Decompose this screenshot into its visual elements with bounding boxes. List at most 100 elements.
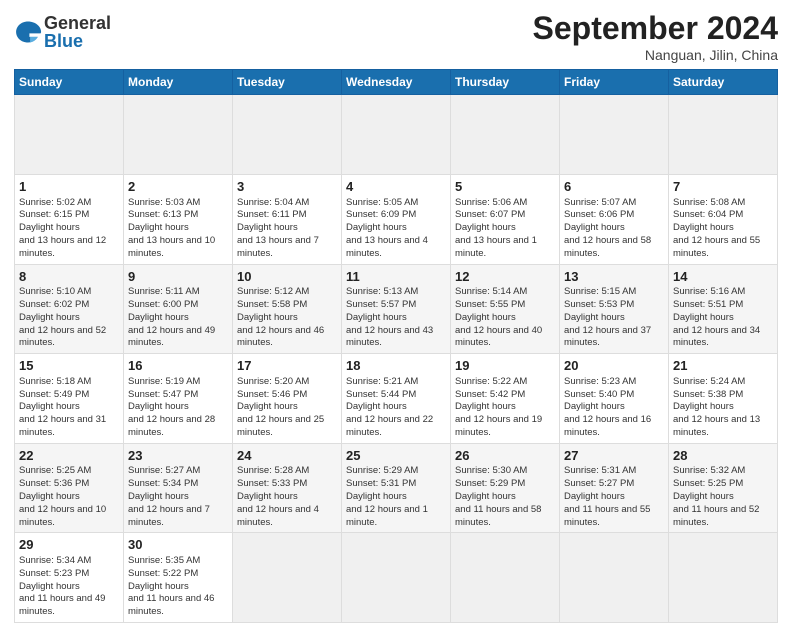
daylight-duration: and 13 hours and 1 minute.: [455, 235, 537, 259]
logo-text: General Blue: [44, 14, 111, 50]
calendar-day-cell: 6Sunrise: 5:07 AMSunset: 6:06 PMDaylight…: [560, 175, 669, 265]
day-number: 8: [19, 268, 119, 286]
calendar-day-cell: 27Sunrise: 5:31 AMSunset: 5:27 PMDayligh…: [560, 443, 669, 533]
sunset-text: Sunset: 5:51 PM: [673, 299, 743, 310]
calendar-day-cell: [451, 95, 560, 175]
daylight-label: Daylight hours: [19, 581, 80, 592]
sunset-text: Sunset: 6:07 PM: [455, 209, 525, 220]
daylight-duration: and 13 hours and 10 minutes.: [128, 235, 215, 259]
calendar-header-row: Sunday Monday Tuesday Wednesday Thursday…: [15, 70, 778, 95]
day-number: 25: [346, 447, 446, 465]
daylight-label: Daylight hours: [455, 491, 516, 502]
sunrise-text: Sunrise: 5:03 AM: [128, 197, 200, 208]
calendar-week-row: 22Sunrise: 5:25 AMSunset: 5:36 PMDayligh…: [15, 443, 778, 533]
daylight-duration: and 13 hours and 4 minutes.: [346, 235, 428, 259]
daylight-duration: and 12 hours and 46 minutes.: [237, 325, 324, 349]
calendar-day-cell: 14Sunrise: 5:16 AM Sunset: 5:51 PM Dayligh…: [669, 264, 778, 354]
daylight-duration: and 12 hours and 16 minutes.: [564, 414, 651, 438]
daylight-label: Daylight hours: [564, 401, 625, 412]
calendar-day-cell: 18Sunrise: 5:21 AMSunset: 5:44 PMDayligh…: [342, 354, 451, 444]
calendar-day-cell: 20Sunrise: 5:23 AMSunset: 5:40 PMDayligh…: [560, 354, 669, 444]
daylight-duration: and 12 hours and 25 minutes.: [237, 414, 324, 438]
day-number: 11: [346, 268, 446, 286]
daylight-duration: and 11 hours and 52 minutes.: [673, 504, 759, 528]
sunset-text: Sunset: 5:42 PM: [455, 389, 525, 400]
daylight-duration: and 12 hours and 52 minutes.: [19, 325, 106, 349]
header-monday: Monday: [124, 70, 233, 95]
calendar-day-cell: 4Sunrise: 5:05 AMSunset: 6:09 PMDaylight…: [342, 175, 451, 265]
sunset-text: Sunset: 5:23 PM: [19, 568, 89, 579]
calendar-day-cell: [669, 533, 778, 623]
sunrise-text: Sunrise: 5:06 AM: [455, 197, 527, 208]
sunrise-text: Sunrise: 5:20 AM: [237, 376, 309, 387]
day-number: 13: [564, 268, 664, 286]
sunset-text: Sunset: 6:02 PM: [19, 299, 89, 310]
sunset-text: Sunset: 6:04 PM: [673, 209, 743, 220]
calendar-header: General Blue September 2024 Nanguan, Jil…: [14, 10, 778, 63]
header-friday: Friday: [560, 70, 669, 95]
day-number: 3: [237, 178, 337, 196]
calendar-day-cell: [560, 533, 669, 623]
daylight-label: Daylight hours: [673, 401, 734, 412]
calendar-day-cell: 21Sunrise: 5:24 AMSunset: 5:38 PMDayligh…: [669, 354, 778, 444]
sunrise-text: Sunrise: 5:19 AM: [128, 376, 200, 387]
day-number: 22: [19, 447, 119, 465]
sunset-text: Sunset: 5:38 PM: [673, 389, 743, 400]
daylight-label: Daylight hours: [128, 401, 189, 412]
calendar-day-cell: 11Sunrise: 5:13 AMSunset: 5:57 PMDayligh…: [342, 264, 451, 354]
sunrise-text: Sunrise: 5:14 AM: [455, 286, 527, 297]
calendar-day-cell: 1Sunrise: 5:02 AMSunset: 6:15 PMDaylight…: [15, 175, 124, 265]
calendar-week-row: [15, 95, 778, 175]
daylight-duration: and 12 hours and 22 minutes.: [346, 414, 433, 438]
calendar-day-cell: 25Sunrise: 5:29 AMSunset: 5:31 PMDayligh…: [342, 443, 451, 533]
day-number: 14: [673, 268, 773, 286]
daylight-duration: and 12 hours and 34 minutes.: [673, 325, 760, 349]
calendar-day-cell: 22Sunrise: 5:25 AMSunset: 5:36 PMDayligh…: [15, 443, 124, 533]
day-number: 12: [455, 268, 555, 286]
calendar-day-cell: 5Sunrise: 5:06 AMSunset: 6:07 PM Daylight…: [451, 175, 560, 265]
daylight-label: Daylight hours: [237, 312, 298, 323]
sunset-text: Sunset: 6:00 PM: [128, 299, 198, 310]
calendar-day-cell: 2Sunrise: 5:03 AMSunset: 6:13 PMDaylight…: [124, 175, 233, 265]
day-number: 21: [673, 357, 773, 375]
sunset-text: Sunset: 6:09 PM: [346, 209, 416, 220]
daylight-label: Daylight hours: [237, 401, 298, 412]
sunset-text: Sunset: 5:31 PM: [346, 478, 416, 489]
sunset-text: Sunset: 6:15 PM: [19, 209, 89, 220]
sunrise-text: Sunrise: 5:22 AM: [455, 376, 527, 387]
sunrise-text: Sunrise: 5:29 AM: [346, 465, 418, 476]
daylight-label: Daylight hours: [455, 222, 516, 233]
calendar-day-cell: 28Sunrise: 5:32 AMSunset: 5:25 PMDayligh…: [669, 443, 778, 533]
daylight-duration: and 11 hours and 49 minutes.: [19, 593, 105, 617]
sunrise-text: Sunrise: 5:15 AM: [564, 286, 636, 297]
sunrise-text: Sunrise: 5:16 AM: [673, 286, 745, 297]
day-number: 16: [128, 357, 228, 375]
day-number: 10: [237, 268, 337, 286]
calendar-day-cell: 23Sunrise: 5:27 AMSunset: 5:34 PMDayligh…: [124, 443, 233, 533]
daylight-duration: and 12 hours and 31 minutes.: [19, 414, 106, 438]
daylight-label: Daylight hours: [455, 401, 516, 412]
header-sunday: Sunday: [15, 70, 124, 95]
calendar-day-cell: 26Sunrise: 5:30 AMSunset: 5:29 PMDayligh…: [451, 443, 560, 533]
daylight-duration: and 12 hours and 13 minutes.: [673, 414, 760, 438]
day-number: 7: [673, 178, 773, 196]
calendar-day-cell: [124, 95, 233, 175]
daylight-label: Daylight hours: [673, 312, 734, 323]
header-wednesday: Wednesday: [342, 70, 451, 95]
sunset-text: Sunset: 5:53 PM: [564, 299, 634, 310]
daylight-label: Daylight hours: [19, 222, 80, 233]
daylight-label: Daylight hours: [564, 491, 625, 502]
calendar-day-cell: 8Sunrise: 5:10 AMSunset: 6:02 PMDaylight…: [15, 264, 124, 354]
month-title: September 2024: [533, 10, 778, 47]
day-number: 5: [455, 178, 555, 196]
sunset-text: Sunset: 5:46 PM: [237, 389, 307, 400]
calendar-day-cell: [669, 95, 778, 175]
sunrise-text: Sunrise: 5:02 AM: [19, 197, 91, 208]
calendar-day-cell: 17Sunrise: 5:20 AMSunset: 5:46 PMDayligh…: [233, 354, 342, 444]
calendar-day-cell: 15Sunrise: 5:18 AMSunset: 5:49 PMDayligh…: [15, 354, 124, 444]
daylight-duration: and 12 hours and 40 minutes.: [455, 325, 542, 349]
calendar-week-row: 8Sunrise: 5:10 AMSunset: 6:02 PMDaylight…: [15, 264, 778, 354]
sunset-text: Sunset: 5:34 PM: [128, 478, 198, 489]
daylight-label: Daylight hours: [128, 581, 189, 592]
calendar-container: General Blue September 2024 Nanguan, Jil…: [0, 0, 792, 633]
